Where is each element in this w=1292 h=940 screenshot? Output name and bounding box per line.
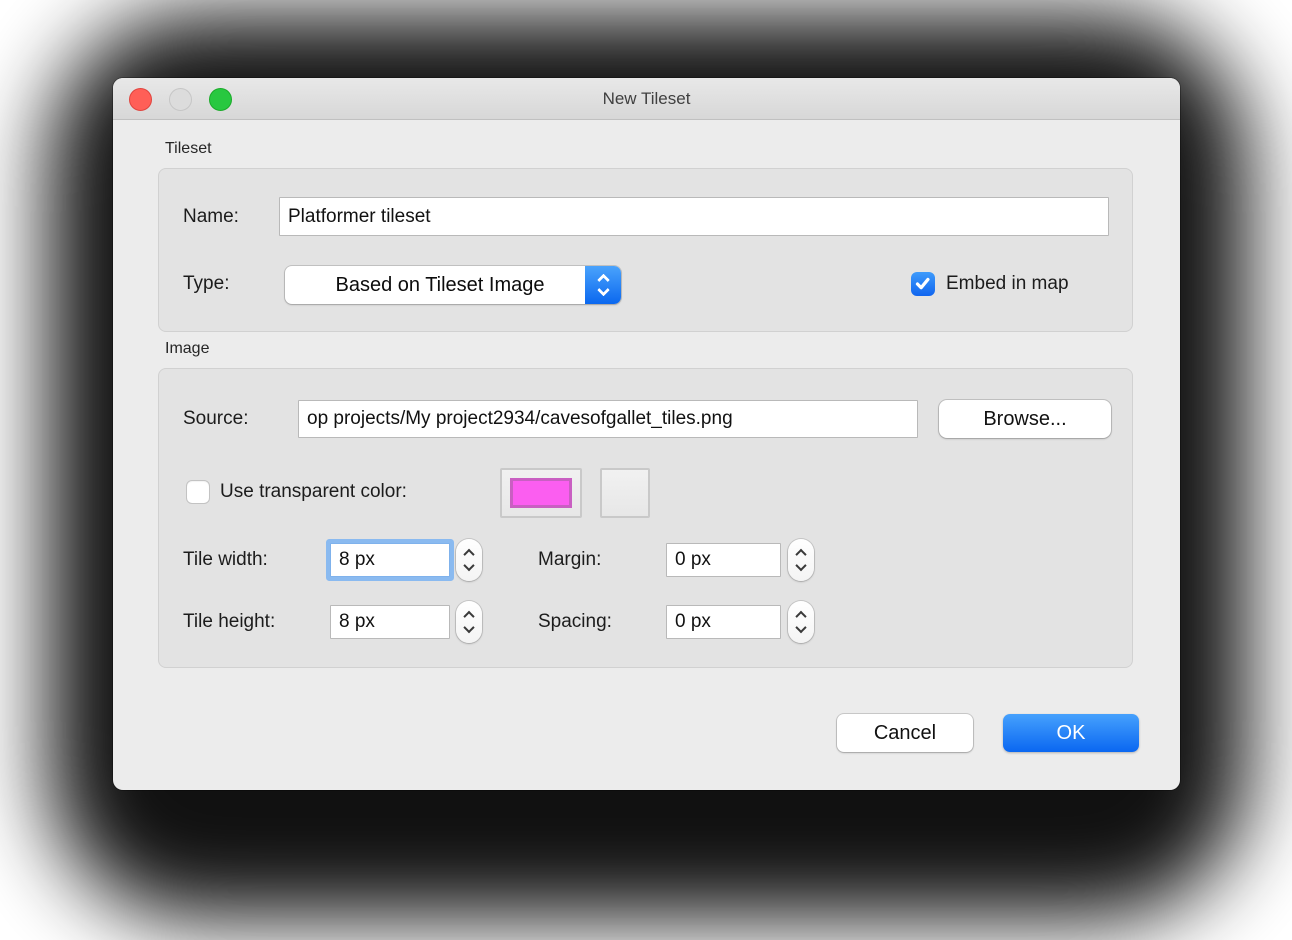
stepper-down-icon <box>795 622 806 633</box>
source-label: Source: <box>183 408 248 430</box>
title-bar[interactable]: New Tileset <box>113 78 1180 120</box>
stepper-up-icon <box>795 611 806 622</box>
type-label: Type: <box>183 273 229 295</box>
type-select[interactable]: Based on Tileset Image <box>285 266 621 304</box>
use-transparent-color-label: Use transparent color: <box>220 481 407 503</box>
color-picker-button[interactable] <box>600 468 650 518</box>
spacing-input[interactable] <box>666 605 781 639</box>
name-input[interactable] <box>279 197 1109 236</box>
spacing-stepper[interactable] <box>788 601 814 643</box>
image-groupbox: Source: Browse... Use transparent color:… <box>158 368 1133 668</box>
tile-width-label: Tile width: <box>183 549 268 571</box>
window-title: New Tileset <box>113 78 1180 120</box>
use-transparent-color-checkbox[interactable] <box>186 480 210 504</box>
stepper-up-icon <box>463 549 474 560</box>
color-swatch <box>510 478 572 508</box>
image-group-label: Image <box>165 340 209 358</box>
spacing-label: Spacing: <box>538 611 612 633</box>
source-input[interactable] <box>298 400 918 438</box>
tileset-group-label: Tileset <box>165 140 212 158</box>
ok-button[interactable]: OK <box>1003 714 1139 752</box>
tile-width-input[interactable] <box>330 543 450 577</box>
type-selected-value: Based on Tileset Image <box>285 274 585 297</box>
new-tileset-dialog: New Tileset Tileset Name: Type: Based on… <box>113 78 1180 790</box>
transparent-color-swatch-button[interactable] <box>500 468 582 518</box>
stepper-down-icon <box>463 622 474 633</box>
stepper-down-icon <box>795 560 806 571</box>
screenshot-stage: New Tileset Tileset Name: Type: Based on… <box>0 0 1292 940</box>
browse-button[interactable]: Browse... <box>939 400 1111 438</box>
margin-stepper[interactable] <box>788 539 814 581</box>
tileset-groupbox: Name: Type: Based on Tileset Image Embed… <box>158 168 1133 332</box>
name-label: Name: <box>183 206 239 228</box>
chevron-down-icon <box>597 284 610 297</box>
embed-in-map-checkbox[interactable] <box>911 272 935 296</box>
embed-in-map-label: Embed in map <box>946 273 1069 295</box>
tile-width-stepper[interactable] <box>456 539 482 581</box>
stepper-down-icon <box>463 560 474 571</box>
tile-height-input[interactable] <box>330 605 450 639</box>
stepper-up-icon <box>795 549 806 560</box>
popup-arrows <box>585 266 621 304</box>
checkmark-icon <box>914 276 932 292</box>
stepper-up-icon <box>463 611 474 622</box>
cancel-button[interactable]: Cancel <box>837 714 973 752</box>
tile-height-label: Tile height: <box>183 611 275 633</box>
margin-input[interactable] <box>666 543 781 577</box>
margin-label: Margin: <box>538 549 601 571</box>
tile-height-stepper[interactable] <box>456 601 482 643</box>
